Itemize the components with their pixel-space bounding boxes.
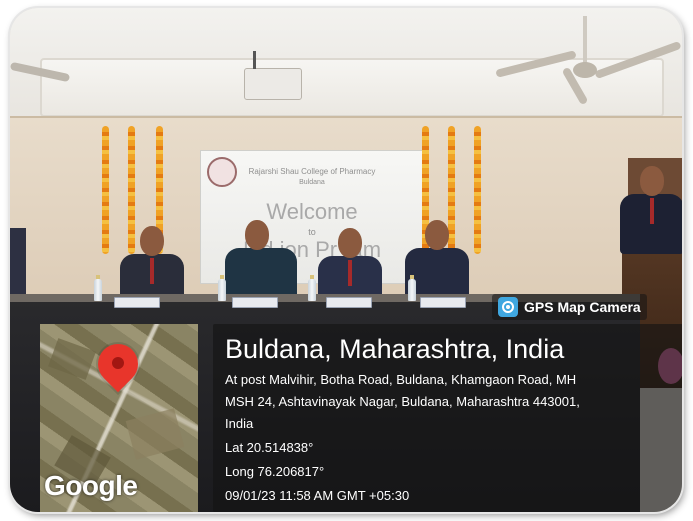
flower-garland xyxy=(102,126,109,254)
latitude: Lat 20.514838° xyxy=(225,440,314,455)
address-line-2: MSH 24, Ashtavinayak Nagar, Buldana, Mah… xyxy=(225,394,580,409)
head xyxy=(245,220,269,250)
head xyxy=(140,226,164,256)
screen-welcome: Welcome xyxy=(266,199,358,224)
head xyxy=(338,228,362,258)
ceiling-fan xyxy=(495,16,682,106)
water-bottle xyxy=(218,275,226,301)
camera-lens-icon xyxy=(498,297,518,317)
google-logo: Google xyxy=(44,470,138,501)
nameplate xyxy=(114,297,160,308)
head xyxy=(640,166,664,196)
tie xyxy=(348,260,352,286)
map-field xyxy=(125,408,185,460)
location-pin-icon xyxy=(89,335,147,406)
location-title: Buldana, Maharashtra, India xyxy=(225,334,565,364)
screen-college-name: Rajarshi Shau College of Pharmacy xyxy=(248,167,376,176)
longitude: Long 76.206817° xyxy=(225,464,325,479)
photo-frame: Rajarshi Shau College of Pharmacy Buldan… xyxy=(10,8,682,512)
head xyxy=(425,220,449,250)
flower-garland xyxy=(128,126,135,254)
location-info-panel: Buldana, Maharashtra, India At post Malv… xyxy=(213,324,682,512)
app-name: GPS Map Camera xyxy=(524,299,641,315)
projector xyxy=(244,51,302,100)
water-bottle xyxy=(94,275,102,301)
nameplate xyxy=(420,297,466,308)
address-line-3: India xyxy=(225,416,254,431)
flower-garland xyxy=(474,126,481,254)
flower-garland xyxy=(448,126,455,254)
water-bottle xyxy=(408,275,416,301)
fan-hub xyxy=(573,62,597,78)
tie xyxy=(650,198,654,224)
map-thumbnail: Google xyxy=(40,324,198,512)
address-line-1: At post Malvihir, Botha Road, Buldana, K… xyxy=(225,372,577,387)
fan-rod xyxy=(583,16,587,64)
map-field xyxy=(48,338,96,380)
pin-dot xyxy=(112,357,124,369)
gps-map-camera-badge: GPS Map Camera xyxy=(492,294,647,320)
water-bottle xyxy=(308,275,316,301)
tie xyxy=(150,258,154,284)
screen-city: Buldana xyxy=(299,179,325,186)
timestamp: 09/01/23 11:58 AM GMT +05:30 xyxy=(225,488,410,503)
fan-blade xyxy=(594,40,682,80)
screen-to: to xyxy=(308,227,316,237)
nameplate xyxy=(326,297,372,308)
nameplate xyxy=(232,297,278,308)
